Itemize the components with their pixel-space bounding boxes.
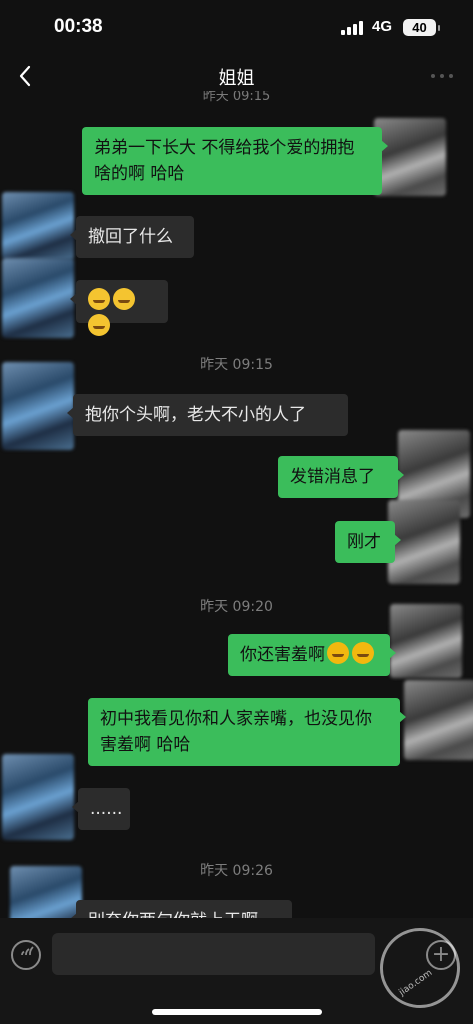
dizzy-face-icon — [88, 314, 110, 336]
voice-icon — [21, 946, 34, 956]
chat-title: 姐姐 — [218, 68, 255, 89]
message-bubble[interactable]: 撤回了什么 — [70, 216, 194, 258]
avatar[interactable] — [2, 258, 74, 338]
more-dots-icon — [431, 74, 453, 78]
signal-icon — [341, 21, 365, 35]
message-bubble[interactable]: 刚才 — [335, 521, 401, 563]
voice-button[interactable] — [11, 940, 41, 970]
message-bubble[interactable]: 抱你个头啊，老大不小的人了 — [67, 394, 348, 436]
more-button[interactable] — [428, 64, 456, 88]
home-indicator[interactable] — [152, 1009, 322, 1015]
time-label-partial: 昨天 09:15 — [202, 91, 271, 103]
tears-of-joy-icon — [352, 642, 374, 664]
avatar[interactable] — [2, 754, 74, 840]
avatar[interactable] — [404, 680, 473, 760]
dizzy-face-icon — [113, 288, 135, 310]
message-bubble[interactable]: 初中我看见你和人家亲嘴，也没见你害羞啊 哈哈 — [88, 698, 406, 766]
tears-of-joy-icon — [327, 642, 349, 664]
battery-icon: 40 — [403, 19, 440, 36]
dizzy-face-icon — [88, 288, 110, 310]
status-bar: 00:38 4G 40 — [0, 0, 473, 52]
avatar[interactable] — [2, 362, 74, 450]
message-bubble[interactable]: 发错消息了 — [278, 456, 404, 498]
message-bubble[interactable]: ...... — [72, 788, 130, 830]
message-text: 你还害羞啊 — [240, 645, 325, 665]
avatar[interactable] — [374, 118, 446, 196]
avatar[interactable] — [390, 604, 462, 678]
message-bubble[interactable]: 弟弟一下长大 不得给我个爱的拥抱啥的啊 哈哈 — [82, 127, 388, 195]
message-input[interactable] — [52, 933, 375, 975]
avatar[interactable] — [2, 192, 74, 260]
message-bubble[interactable] — [70, 280, 168, 336]
message-bubble[interactable]: 你还害羞啊 — [228, 634, 396, 676]
watermark-text: jiao.com — [397, 968, 435, 999]
network-type: 4G — [372, 18, 393, 35]
status-time: 00:38 — [54, 16, 103, 37]
